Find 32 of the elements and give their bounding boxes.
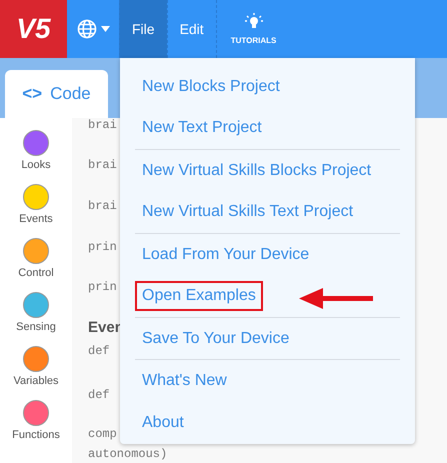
category-button[interactable]: Looks [21,130,51,180]
code-icon: <> [22,81,42,107]
menu-item[interactable]: Save To Your Device [135,324,296,354]
category-button[interactable]: Events [19,184,53,234]
menu-item[interactable]: New Text Project [135,113,269,144]
arrow-icon [299,288,373,309]
category-button[interactable]: Control [18,238,54,288]
code-line: brai [88,158,117,172]
globe-icon [76,19,96,39]
category-button[interactable]: Functions [12,400,60,450]
code-line: brai [88,199,117,213]
menu-item[interactable]: Load From Your Device [135,240,316,270]
code-line: def [88,344,110,358]
code-line: comp [88,427,117,441]
logo: V5 [0,0,67,58]
menu-item[interactable]: What's New [135,366,234,396]
code-line: prin [88,280,117,294]
menu-item[interactable]: New Virtual Skills Blocks Project [135,156,378,186]
category-button[interactable]: Sensing [16,292,56,342]
code-line: def [88,388,110,402]
category-button[interactable]: Variables [13,346,59,396]
menu-item[interactable]: New Virtual Skills Text Project [135,197,360,228]
code-tab[interactable]: <> Code [5,70,108,118]
menu-tab[interactable]: File [119,0,167,58]
code-line: brai [88,118,117,132]
code-line: prin [88,240,117,254]
menu-item[interactable]: New Blocks Project [135,72,287,102]
caret-icon [100,26,110,32]
menu-item[interactable]: Open Examples [135,281,263,312]
code-tab-label: Code [50,83,91,106]
code-line: autonomous) [88,447,168,461]
menu-item[interactable]: About [135,408,191,438]
